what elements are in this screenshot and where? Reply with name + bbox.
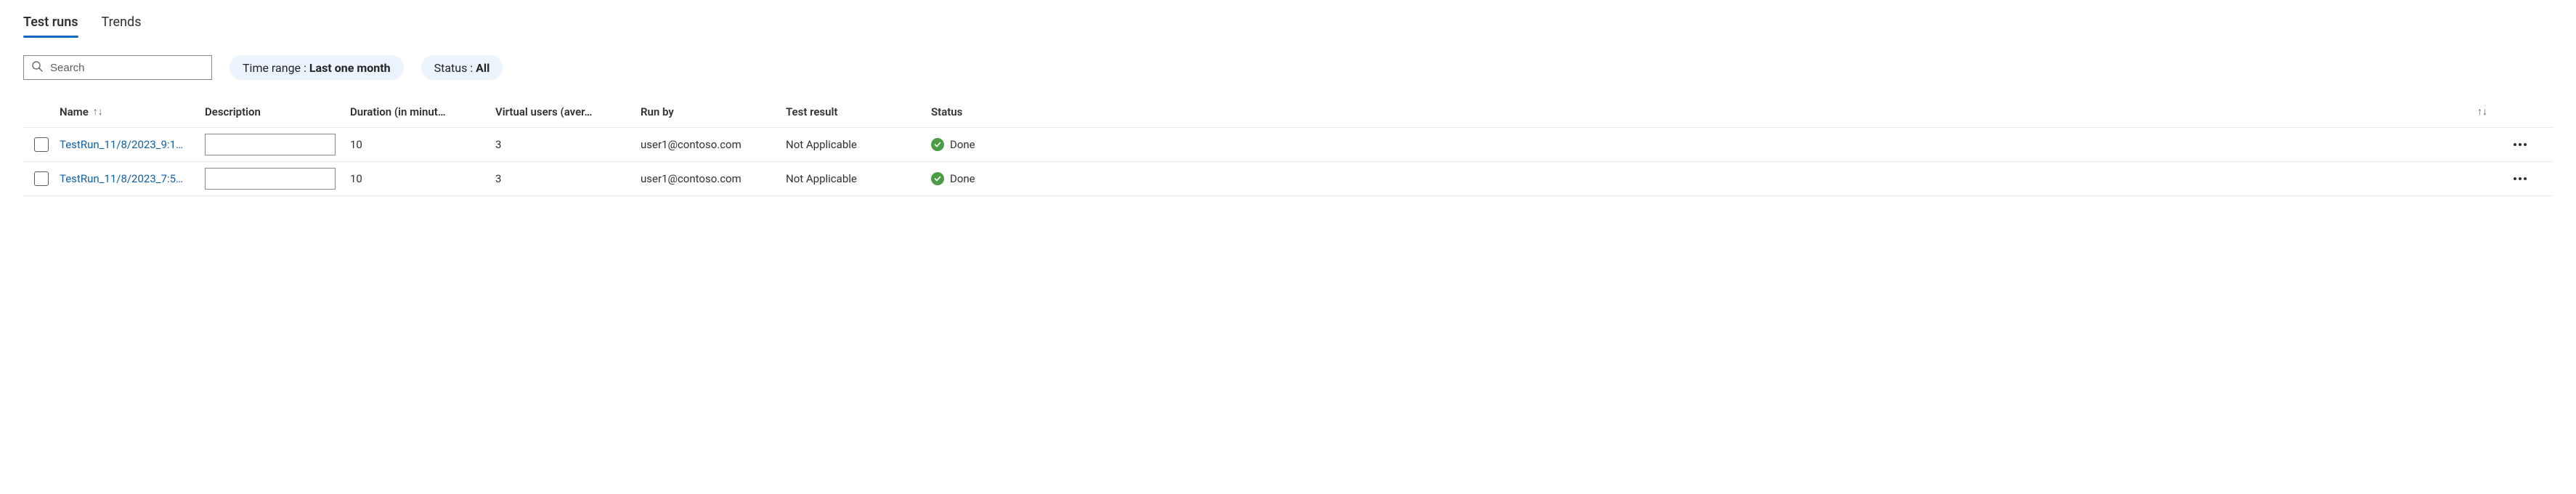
sort-icon: ↑↓ [93,105,103,118]
row-checkbox-cell [23,166,60,192]
row-run-by: user1@contoso.com [641,132,786,157]
dot-icon [2519,143,2522,146]
row-actions-cell [2495,133,2553,156]
row-status: Done [931,166,2495,191]
column-header-duration[interactable]: Duration (in minut… [350,100,495,124]
row-virtual-users: 3 [495,132,641,157]
column-header-run-by[interactable]: Run by [641,100,786,124]
table-header-row: Name ↑↓ Description Duration (in minut… … [23,96,2553,128]
column-header-virtual-users[interactable]: Virtual users (aver… [495,100,641,124]
search-box[interactable] [23,55,212,80]
dot-icon [2514,143,2516,146]
column-header-status[interactable]: Status ↑↓ [931,100,2495,124]
dot-icon [2524,143,2527,146]
column-header-name[interactable]: Name ↑↓ [60,100,205,124]
row-run-by: user1@contoso.com [641,166,786,191]
tab-trends[interactable]: Trends [102,9,142,37]
row-description-cell [205,128,350,161]
row-actions-cell [2495,167,2553,190]
filter-status[interactable]: Status : All [421,55,503,80]
table-row: TestRun_11/8/2023_7:5… 10 3 user1@contos… [23,162,2553,196]
column-header-test-result[interactable]: Test result [786,100,931,124]
search-icon [31,60,43,75]
dot-icon [2514,177,2516,180]
row-checkbox[interactable] [34,137,49,152]
row-checkbox[interactable] [34,171,49,186]
row-virtual-users: 3 [495,166,641,191]
row-description-input[interactable] [205,168,336,190]
row-description-input[interactable] [205,134,336,155]
column-header-name-label: Name [60,105,89,118]
filter-row: Time range : Last one month Status : All [23,55,2553,80]
dot-icon [2524,177,2527,180]
column-header-status-label: Status [931,105,962,118]
row-test-result: Not Applicable [786,132,931,157]
tabs-bar: Test runs Trends [23,9,2553,38]
row-status: Done [931,132,2495,157]
table-row: TestRun_11/8/2023_9:1… 10 3 user1@contos… [23,128,2553,162]
check-circle-icon [931,138,944,151]
row-duration: 10 [350,166,495,191]
row-more-button[interactable] [2509,173,2531,185]
filter-time-range-value: Last one month [309,61,391,75]
filter-time-range[interactable]: Time range : Last one month [229,55,404,80]
tab-test-runs[interactable]: Test runs [23,9,78,37]
row-checkbox-cell [23,131,60,158]
column-header-checkbox [23,106,60,118]
check-circle-icon [931,172,944,185]
row-status-text: Done [950,172,975,185]
row-duration: 10 [350,132,495,157]
filter-status-value: All [476,61,489,75]
filter-status-label: Status : [434,61,474,75]
sort-icon: ↑↓ [2477,105,2487,118]
search-input[interactable] [49,61,204,75]
row-more-button[interactable] [2509,139,2531,150]
row-test-result: Not Applicable [786,166,931,191]
column-header-actions [2495,106,2553,118]
column-header-description[interactable]: Description [205,100,350,124]
row-name-link[interactable]: TestRun_11/8/2023_7:5… [60,166,205,191]
row-name-link[interactable]: TestRun_11/8/2023_9:1… [60,132,205,157]
test-runs-table: Name ↑↓ Description Duration (in minut… … [23,96,2553,196]
filter-time-range-label: Time range : [243,61,306,75]
dot-icon [2519,177,2522,180]
row-description-cell [205,162,350,195]
row-status-text: Done [950,138,975,151]
